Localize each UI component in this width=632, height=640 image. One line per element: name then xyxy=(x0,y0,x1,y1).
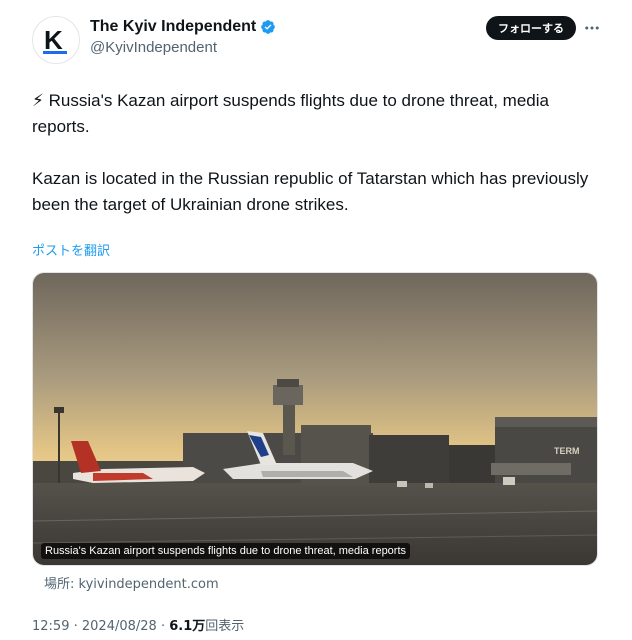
avatar[interactable]: K xyxy=(32,16,80,64)
meta-separator: · xyxy=(73,619,78,634)
follow-button[interactable]: フォローする xyxy=(486,16,576,40)
tweet-date[interactable]: 2024/08/28 xyxy=(82,619,157,634)
views-label: 回表示 xyxy=(205,619,245,634)
more-options-button[interactable] xyxy=(580,14,604,42)
views-count[interactable]: 6.1万 xyxy=(169,619,205,634)
airport-photo: TERM xyxy=(33,273,597,565)
meta-separator: · xyxy=(160,619,166,634)
tweet-time[interactable]: 12:59 xyxy=(32,619,69,634)
tweet-paragraph-2: Kazan is located in the Russian republic… xyxy=(32,169,589,214)
link-source[interactable]: 場所: kyivindependent.com xyxy=(44,573,219,592)
kyiv-independent-logo-icon: K xyxy=(43,25,67,55)
translate-post-link[interactable]: ポストを翻訳 xyxy=(32,240,110,259)
account-names: The Kyiv Independent @KyivIndependent xyxy=(90,18,276,56)
tweet-body: ⚡ Russia's Kazan airport suspends flight… xyxy=(32,88,600,218)
media-card[interactable]: TERM Russia's Kazan airport suspends fli… xyxy=(32,272,598,566)
more-dots-icon xyxy=(585,26,599,30)
display-name[interactable]: The Kyiv Independent xyxy=(90,18,256,36)
svg-text:K: K xyxy=(44,25,63,55)
tweet-paragraph-1: ⚡ Russia's Kazan airport suspends flight… xyxy=(32,91,549,136)
media-caption: Russia's Kazan airport suspends flights … xyxy=(41,543,411,559)
tweet-meta: 12:59 · 2024/08/28 · 6.1万回表示 xyxy=(32,615,244,634)
account-handle[interactable]: @KyivIndependent xyxy=(90,39,276,56)
verified-badge-icon xyxy=(261,20,276,34)
terminal-sign: TERM xyxy=(554,446,580,456)
tweet-header: K The Kyiv Independent @KyivIndependent … xyxy=(32,12,604,68)
